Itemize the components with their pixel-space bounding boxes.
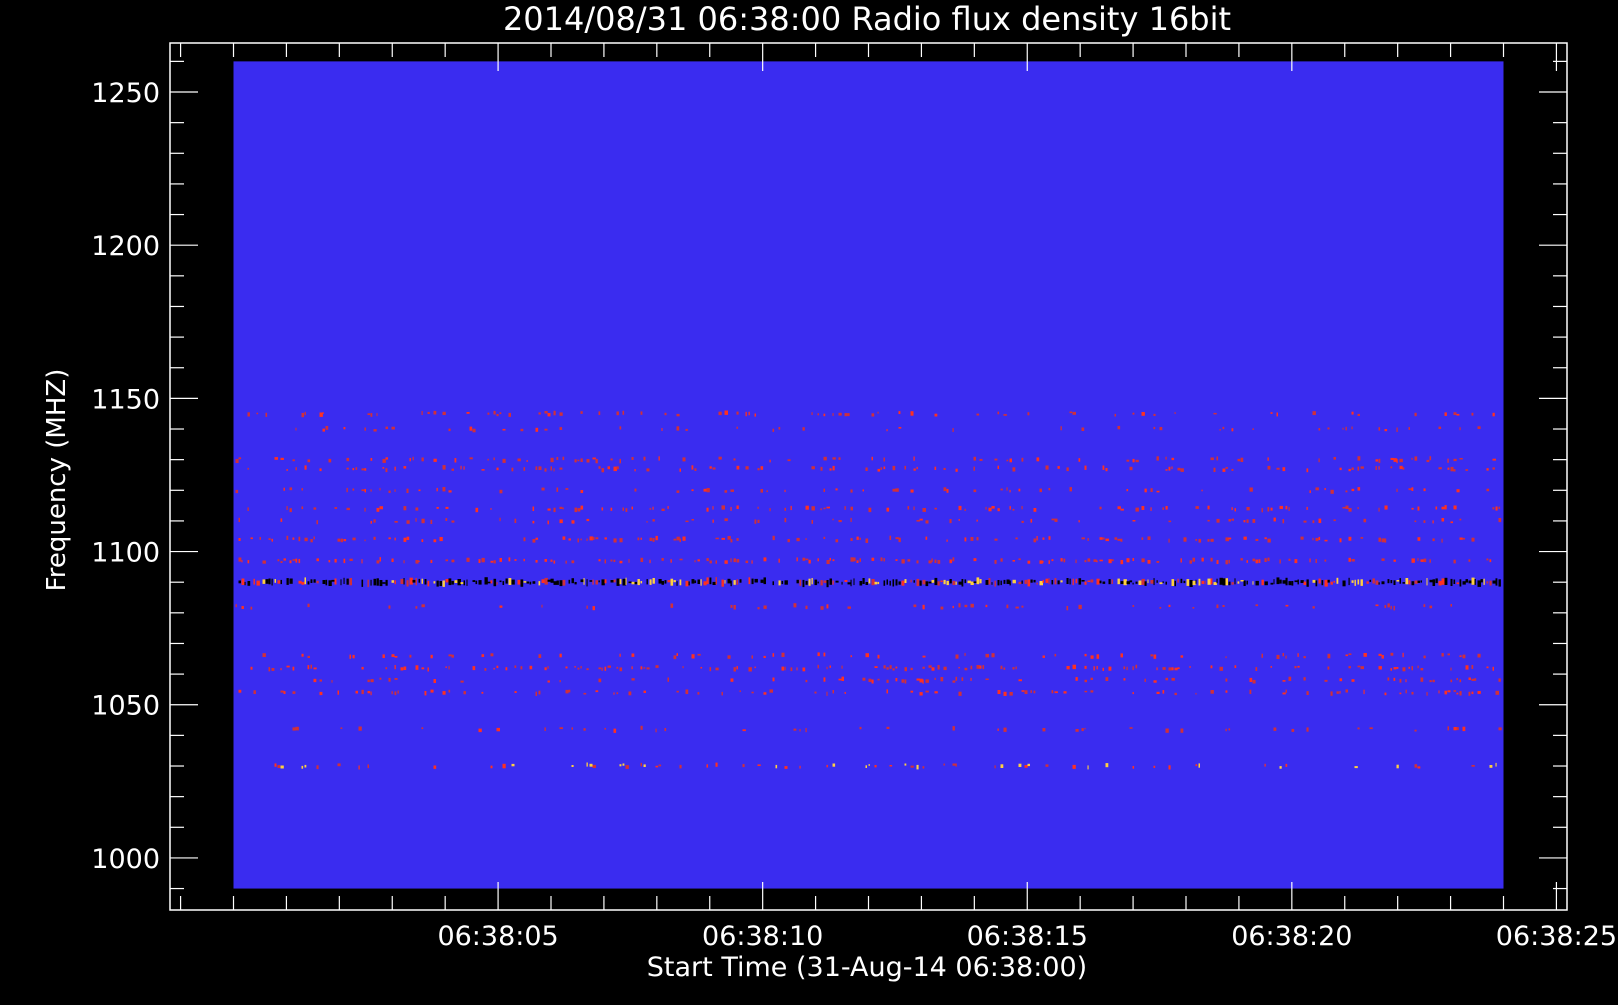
- plot-layer: 1000 1050 1100 1150 1200 1250 06:38:05 06:38:10…: [91, 42, 1617, 952]
- x-tick-label-15: 06:38:15: [967, 921, 1088, 952]
- chart-title: 2014/08/31 06:38:00 Radio flux density 1…: [503, 0, 1231, 38]
- y-tick-label-1200: 1200: [91, 231, 160, 262]
- y-tick-label-1250: 1250: [91, 78, 160, 109]
- y-axis-label: Frequency (MHZ): [42, 369, 72, 592]
- y-tick-label-1000: 1000: [91, 844, 160, 875]
- y-tick-label-1050: 1050: [91, 691, 160, 722]
- x-tick-label-25: 06:38:25: [1496, 921, 1617, 952]
- x-tick-label-20: 06:38:20: [1231, 921, 1352, 952]
- spectrogram-chart: 2014/08/31 06:38:00 Radio flux density 1…: [42, 0, 1617, 983]
- x-tick-label-5: 06:38:05: [437, 921, 558, 952]
- chart-figure: 2014/08/31 06:38:00 Radio flux density 1…: [0, 0, 1618, 1000]
- y-tick-label-1150: 1150: [91, 384, 160, 415]
- x-axis-label: Start Time (31-Aug-14 06:38:00): [647, 952, 1087, 983]
- y-tick-label-1100: 1100: [91, 538, 160, 569]
- x-tick-label-10: 06:38:10: [702, 921, 823, 952]
